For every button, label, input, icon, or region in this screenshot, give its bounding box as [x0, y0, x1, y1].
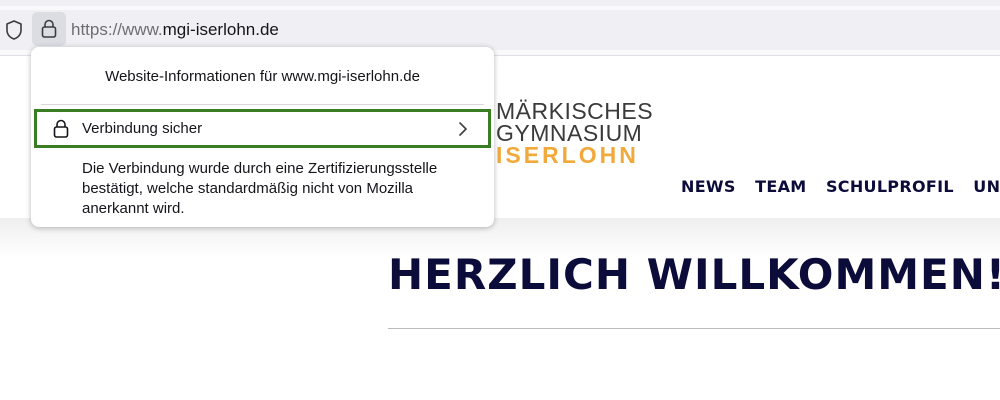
lock-icon — [53, 119, 69, 144]
welcome-heading: HERZLICH WILLKOMMEN! — [388, 250, 1000, 299]
popup-title: Website-Informationen für www.mgi-iserlo… — [105, 68, 420, 85]
url-text[interactable]: https://www.mgi-iserlohn.de — [71, 20, 279, 40]
heading-divider — [388, 328, 1000, 329]
lock-icon — [41, 19, 57, 38]
logo-line-2: GYMNASIUM — [496, 120, 643, 146]
url-domain: mgi-iserlohn.de — [162, 20, 279, 39]
nav-item-team[interactable]: TEAM — [755, 177, 806, 196]
url-protocol: https://www. — [71, 20, 163, 39]
nav-item-schulprofil[interactable]: SCHULPROFIL — [826, 177, 954, 196]
site-info-popup: Website-Informationen für www.mgi-iserlo… — [31, 47, 494, 227]
tab-strip-edge — [0, 0, 1000, 6]
logo-line-3: ISERLOHN — [496, 142, 639, 168]
school-logo[interactable]: MÄRKISCHES GYMNASIUM ISERLOHN — [496, 98, 666, 168]
logo-line-1: MÄRKISCHES — [496, 98, 654, 124]
tracking-protection-shield-icon[interactable] — [4, 19, 24, 41]
connection-description: Die Verbindung wurde durch eine Zertifiz… — [82, 160, 438, 217]
chevron-right-icon — [458, 121, 468, 142]
nav-item-unterricht[interactable]: UNTI — [973, 177, 1000, 196]
main-nav: NEWS TEAM SCHULPROFIL UNTI — [681, 177, 1000, 197]
site-info-lock-button[interactable] — [32, 12, 66, 46]
nav-item-news[interactable]: NEWS — [681, 177, 736, 196]
url-bar[interactable]: https://www.mgi-iserlohn.de — [0, 10, 1000, 50]
connection-label: Verbindung sicher — [82, 120, 203, 137]
connection-secure-item[interactable]: Verbindung sicher — [34, 109, 491, 148]
popup-divider — [41, 104, 484, 105]
